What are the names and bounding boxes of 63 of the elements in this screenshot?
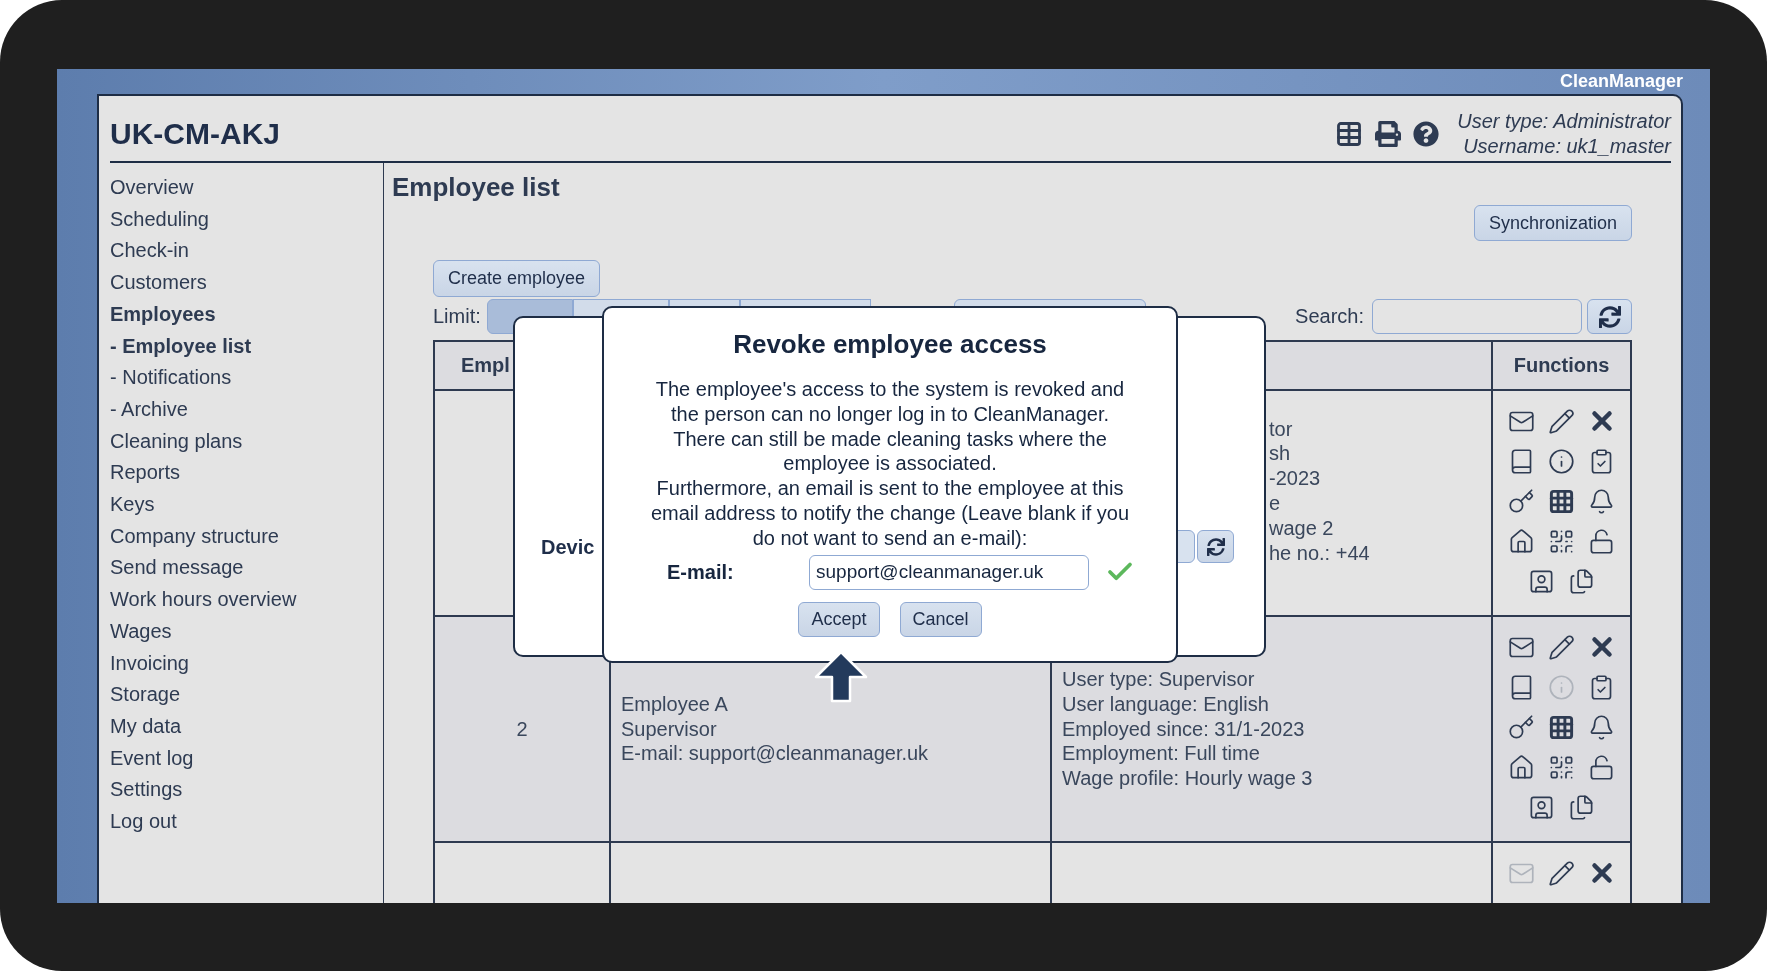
search-field[interactable] bbox=[1372, 299, 1582, 334]
email-label: E-mail: bbox=[667, 560, 735, 584]
refresh-button[interactable] bbox=[1197, 530, 1234, 563]
sidebar-item[interactable]: Event log bbox=[110, 742, 194, 775]
page-title: Employee list bbox=[391, 171, 560, 203]
employee-detail: Employment: Full time bbox=[1062, 741, 1260, 767]
sidebar-item[interactable]: Overview bbox=[110, 172, 194, 204]
dialog-title: Revoke employee access bbox=[733, 328, 1047, 360]
employee-info: Employee A bbox=[621, 691, 728, 717]
sidebar-item[interactable]: Invoicing bbox=[110, 647, 189, 680]
sidebar-item[interactable]: Settings bbox=[110, 774, 183, 807]
sidebar-item[interactable]: Employees bbox=[110, 298, 216, 331]
sidebar-item[interactable]: Wages bbox=[110, 615, 172, 648]
user-type: User type: Administrator bbox=[1457, 108, 1671, 134]
sidebar-item[interactable]: Storage bbox=[110, 679, 181, 711]
sidebar-item[interactable]: Reports bbox=[110, 457, 181, 490]
sidebar-item[interactable]: Company structure bbox=[110, 520, 279, 553]
employee-detail: tor bbox=[1269, 416, 1293, 442]
search-label: Search: bbox=[1295, 305, 1364, 328]
limit-label: Limit: bbox=[433, 305, 481, 328]
employee-detail: -2023 bbox=[1269, 466, 1321, 491]
sidebar-item[interactable]: Log out bbox=[110, 806, 177, 838]
refresh-icon bbox=[1598, 305, 1621, 328]
sidebar-item[interactable]: - Notifications bbox=[110, 362, 232, 394]
column-heading: Empl bbox=[461, 353, 510, 378]
row-number: 2 bbox=[516, 716, 528, 742]
sidebar-item[interactable]: Cleaning plans bbox=[110, 425, 243, 458]
email-field[interactable]: support@cleanmanager.uk bbox=[809, 554, 1089, 590]
sidebar-item[interactable]: My data bbox=[110, 710, 182, 743]
employee-detail: User language: English bbox=[1062, 691, 1269, 717]
print-icon[interactable] bbox=[1375, 120, 1402, 147]
employee-info: E-mail: support@cleanmanager.uk bbox=[621, 741, 929, 767]
employee-detail: sh bbox=[1269, 441, 1291, 467]
accept-button[interactable]: Accept bbox=[798, 601, 880, 637]
dialog-message: Furthermore, an email is sent to the employee at this email address to notify the change (Leave blank if you do not want to send an e-mail): bbox=[649, 476, 1131, 551]
employee-detail: he no.: +44 bbox=[1269, 540, 1370, 566]
synchronization-button[interactable]: Synchronization bbox=[1473, 205, 1632, 241]
employee-detail: e bbox=[1269, 491, 1281, 516]
employee-detail: Employed since: 31/1-2023 bbox=[1062, 716, 1305, 742]
field-label: Devic bbox=[541, 536, 595, 559]
sidebar-item[interactable]: Customers bbox=[110, 267, 207, 299]
site-title: UK-CM-AKJ bbox=[110, 116, 280, 151]
sidebar-item[interactable]: Keys bbox=[110, 489, 155, 521]
employee-detail: User type: Supervisor bbox=[1062, 667, 1255, 692]
sidebar-item[interactable]: Send message bbox=[110, 552, 244, 585]
create-employee-button[interactable]: Create employee bbox=[433, 260, 601, 297]
employee-detail: Wage profile: Hourly wage 3 bbox=[1062, 766, 1313, 791]
sidebar-item[interactable]: Work hours overview bbox=[110, 584, 297, 616]
dialog-message: The employee's access to the system is revoked and the person can no longer log in to CleanManager. There can still be made cleaning tasks where the employee is associated. bbox=[654, 377, 1126, 477]
sidebar-item[interactable]: - Employee list bbox=[110, 330, 252, 363]
refresh-button[interactable] bbox=[1587, 299, 1632, 334]
app-name: CleanManager bbox=[1559, 71, 1683, 91]
username: Username: uk1_master bbox=[1463, 133, 1671, 159]
employee-detail: wage 2 bbox=[1269, 515, 1334, 541]
sidebar-item[interactable]: Check-in bbox=[110, 235, 189, 268]
sidebar-item[interactable]: Scheduling bbox=[110, 203, 209, 236]
cancel-button[interactable]: Cancel bbox=[899, 601, 982, 637]
column-heading: Functions bbox=[1513, 353, 1610, 378]
refresh-icon bbox=[1206, 537, 1225, 556]
help-icon[interactable] bbox=[1413, 120, 1440, 147]
table-icon[interactable] bbox=[1335, 119, 1364, 148]
sidebar-item[interactable]: - Archive bbox=[110, 393, 188, 426]
employee-info: Supervisor bbox=[621, 716, 717, 742]
